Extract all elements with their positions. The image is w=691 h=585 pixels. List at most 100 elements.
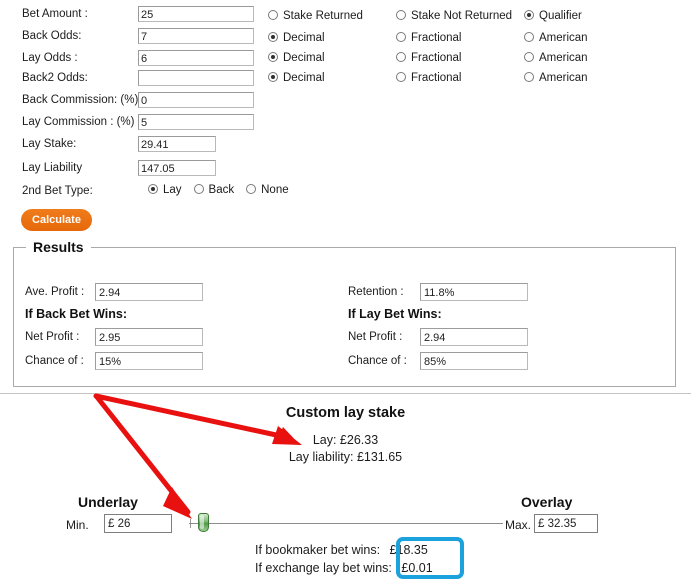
lay-net-profit-value[interactable]: 2.94 xyxy=(420,328,528,346)
radio-option[interactable]: American xyxy=(524,51,588,65)
radio-option[interactable]: Decimal xyxy=(268,51,325,65)
radio-option-label: American xyxy=(539,32,588,44)
radio-option-label: Stake Not Returned xyxy=(411,10,513,22)
radio-option[interactable]: Stake Returned xyxy=(268,9,363,23)
radio-option-label: Decimal xyxy=(283,32,325,44)
radio-option[interactable]: Fractional xyxy=(396,71,462,85)
radio-option-label: Fractional xyxy=(411,32,462,44)
back-odds-input[interactable]: 7 xyxy=(138,28,254,44)
radio-button-icon[interactable] xyxy=(396,32,406,42)
radio-button-icon[interactable] xyxy=(524,10,534,20)
radio-button-icon[interactable] xyxy=(193,184,204,194)
radio-button-icon[interactable] xyxy=(396,72,406,82)
radio-option-label: American xyxy=(539,72,588,84)
second-bet-type-options: Lay Back None xyxy=(148,184,301,196)
lay-stake-label: Lay Stake: xyxy=(22,138,77,150)
radio-button-icon[interactable] xyxy=(246,184,257,194)
radio-button-icon[interactable] xyxy=(148,184,158,194)
retention-row: Retention : 11.8% xyxy=(0,283,691,303)
radio-option[interactable]: Stake Not Returned xyxy=(396,9,512,23)
bookmaker-outcome-label: If bookmaker bet wins: xyxy=(255,543,381,557)
retention-label: Retention : xyxy=(348,286,404,298)
stake-slider-handle[interactable] xyxy=(198,513,209,532)
lay-chance-label: Chance of : xyxy=(348,355,407,367)
form-row: Lay Commission : (%) 5 xyxy=(0,114,691,134)
radio-option[interactable]: American xyxy=(524,71,588,85)
max-label: Max. xyxy=(505,518,532,532)
radio-option[interactable]: Qualifier xyxy=(524,9,582,23)
form-row: Back Commission: (%) 0 xyxy=(0,92,691,112)
stake-slider-track[interactable] xyxy=(189,523,503,524)
radio-option[interactable]: Fractional xyxy=(396,51,462,65)
radio-button-icon[interactable] xyxy=(396,10,406,20)
radio-option[interactable]: Fractional xyxy=(396,31,462,45)
radio-button-icon[interactable] xyxy=(268,52,278,62)
bookmaker-outcome-value: £18.35 xyxy=(389,543,428,557)
radio-button-icon[interactable] xyxy=(524,32,534,42)
radio-option-label: American xyxy=(539,52,588,64)
radio-button-icon[interactable] xyxy=(268,32,278,42)
lay-commission-label: Lay Commission : (%) xyxy=(22,116,135,128)
section-divider xyxy=(0,393,691,394)
radio-button-icon[interactable] xyxy=(396,52,406,62)
radio-button-icon[interactable] xyxy=(268,72,278,82)
lay-odds-input[interactable]: 6 xyxy=(138,50,254,66)
form-row: Lay Liability 147.05 xyxy=(0,160,691,180)
results-legend: Results xyxy=(26,240,91,255)
radio-option-label: Fractional xyxy=(411,72,462,84)
bookmaker-outcome-row: If bookmaker bet wins: £18.35 xyxy=(255,541,433,559)
radio-button-icon[interactable] xyxy=(524,72,534,82)
underlay-title: Underlay xyxy=(78,494,138,510)
second-bet-type-option-label: Back xyxy=(208,184,235,196)
custom-lay-liability: Lay liability: £131.65 xyxy=(288,450,403,464)
second-bet-type-option[interactable]: None xyxy=(246,184,289,196)
back-odds-label: Back Odds: xyxy=(22,30,82,42)
radio-option-label: Qualifier xyxy=(539,10,582,22)
back-commission-label: Back Commission: (%) xyxy=(22,94,139,106)
bet-amount-label: Bet Amount : xyxy=(22,8,88,20)
lay-liability-label: Lay Liability xyxy=(22,162,83,174)
outcome-summary: If bookmaker bet wins: £18.35 If exchang… xyxy=(255,541,433,577)
radio-button-icon[interactable] xyxy=(268,10,278,20)
radio-option-label: Fractional xyxy=(411,52,462,64)
radio-button-icon[interactable] xyxy=(524,52,534,62)
if-lay-bet-wins-heading-row: If Lay Bet Wins: xyxy=(0,306,691,326)
second-bet-type-label: 2nd Bet Type: xyxy=(22,185,93,197)
exchange-outcome-row: If exchange lay bet wins: £0.01 xyxy=(255,559,433,577)
bet-amount-input[interactable]: 25 xyxy=(138,6,254,22)
overlay-title: Overlay xyxy=(521,494,573,510)
radio-option-label: Decimal xyxy=(283,52,325,64)
second-bet-type-option-label: None xyxy=(261,184,289,196)
second-bet-type-row: 2nd Bet Type: Lay Back None xyxy=(0,183,691,203)
back2-odds-input[interactable] xyxy=(138,70,254,86)
custom-lay-stake-title: Custom lay stake xyxy=(285,405,406,421)
radio-option-label: Decimal xyxy=(283,72,325,84)
calculate-button[interactable]: Calculate xyxy=(21,209,92,231)
custom-lay-amount: Lay: £26.33 xyxy=(312,433,379,447)
if-lay-bet-wins-heading: If Lay Bet Wins: xyxy=(348,307,442,321)
lay-net-profit-label: Net Profit : xyxy=(348,331,403,343)
second-bet-type-option-label: Lay xyxy=(163,184,182,196)
back-commission-input[interactable]: 0 xyxy=(138,92,254,108)
min-stake-input[interactable]: £ 26 xyxy=(104,514,172,533)
lay-net-profit-row: Net Profit : 2.94 xyxy=(0,328,691,348)
exchange-outcome-label: If exchange lay bet wins: xyxy=(255,561,392,575)
radio-option-label: Stake Returned xyxy=(283,10,363,22)
min-label: Min. xyxy=(66,518,89,532)
max-stake-input[interactable]: £ 32.35 xyxy=(534,514,598,533)
exchange-outcome-value: £0.01 xyxy=(401,561,433,575)
lay-commission-input[interactable]: 5 xyxy=(138,114,254,130)
radio-option[interactable]: American xyxy=(524,31,588,45)
radio-option[interactable]: Decimal xyxy=(268,71,325,85)
second-bet-type-option[interactable]: Back xyxy=(193,184,235,196)
form-row: Lay Stake: 29.41 xyxy=(0,136,691,156)
radio-option[interactable]: Decimal xyxy=(268,31,325,45)
retention-value[interactable]: 11.8% xyxy=(420,283,528,301)
back2-odds-label: Back2 Odds: xyxy=(22,72,88,84)
second-bet-type-option[interactable]: Lay xyxy=(148,184,182,196)
lay-liability-input[interactable]: 147.05 xyxy=(138,160,216,176)
lay-chance-row: Chance of : 85% xyxy=(0,352,691,372)
lay-chance-value[interactable]: 85% xyxy=(420,352,528,370)
lay-stake-input[interactable]: 29.41 xyxy=(138,136,216,152)
lay-odds-label: Lay Odds : xyxy=(22,52,78,64)
